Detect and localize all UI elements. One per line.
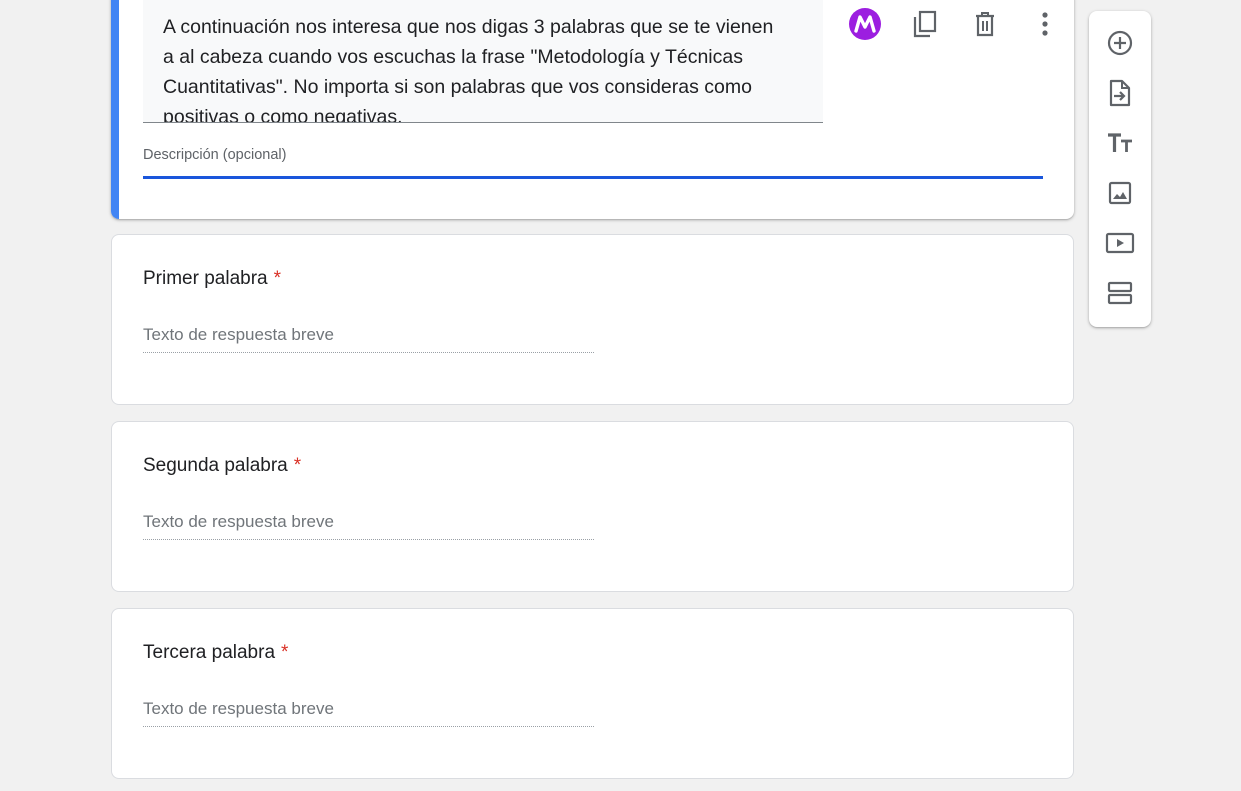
- description-textarea[interactable]: A continuación nos interesa que nos diga…: [143, 0, 823, 123]
- required-asterisk: *: [293, 455, 302, 476]
- description-label: Descripción (opcional): [143, 147, 287, 163]
- more-vert-icon: [1042, 12, 1048, 36]
- add-question-button[interactable]: [1100, 23, 1140, 63]
- import-questions-icon: [1109, 79, 1131, 107]
- short-answer-placeholder: Texto de respuesta breve: [143, 512, 594, 540]
- question-title: Segunda palabra *: [143, 455, 301, 477]
- add-question-icon: [1107, 30, 1133, 56]
- add-image-icon: [1108, 181, 1132, 205]
- focus-accent-bar: [111, 0, 119, 219]
- delete-button[interactable]: [965, 4, 1005, 44]
- add-image-button[interactable]: [1100, 173, 1140, 213]
- required-asterisk: *: [273, 268, 282, 289]
- side-toolbar: [1089, 11, 1151, 327]
- question-title: Tercera palabra *: [143, 642, 288, 664]
- description-field-underline: [143, 176, 1043, 179]
- add-section-icon: [1107, 281, 1133, 305]
- addon-logo-button[interactable]: [845, 4, 885, 44]
- addon-logo-icon: [849, 8, 881, 40]
- add-video-button[interactable]: [1100, 223, 1140, 263]
- add-title-button[interactable]: [1100, 123, 1140, 163]
- add-title-icon: [1108, 133, 1132, 152]
- section-card[interactable]: A continuación nos interesa que nos diga…: [111, 0, 1074, 219]
- description-text[interactable]: A continuación nos interesa que nos diga…: [163, 12, 783, 122]
- copy-icon: [913, 10, 937, 38]
- question-card[interactable]: Segunda palabra * Texto de respuesta brev…: [111, 421, 1074, 592]
- question-title-text: Tercera palabra: [143, 642, 276, 663]
- question-title-text: Segunda palabra: [143, 455, 288, 476]
- question-card[interactable]: Primer palabra * Texto de respuesta breve: [111, 234, 1074, 405]
- question-title: Primer palabra *: [143, 268, 281, 290]
- question-card[interactable]: Tercera palabra * Texto de respuesta brev…: [111, 608, 1074, 779]
- question-title-text: Primer palabra: [143, 268, 268, 289]
- short-answer-placeholder: Texto de respuesta breve: [143, 325, 594, 353]
- delete-icon: [976, 12, 994, 37]
- required-asterisk: *: [281, 642, 289, 663]
- section-actions: [841, 4, 1061, 48]
- more-options-button[interactable]: [1025, 4, 1065, 44]
- add-video-icon: [1105, 232, 1135, 254]
- import-questions-button[interactable]: [1100, 73, 1140, 113]
- copy-button[interactable]: [905, 4, 945, 44]
- short-answer-placeholder: Texto de respuesta breve: [143, 699, 594, 727]
- add-section-button[interactable]: [1100, 273, 1140, 313]
